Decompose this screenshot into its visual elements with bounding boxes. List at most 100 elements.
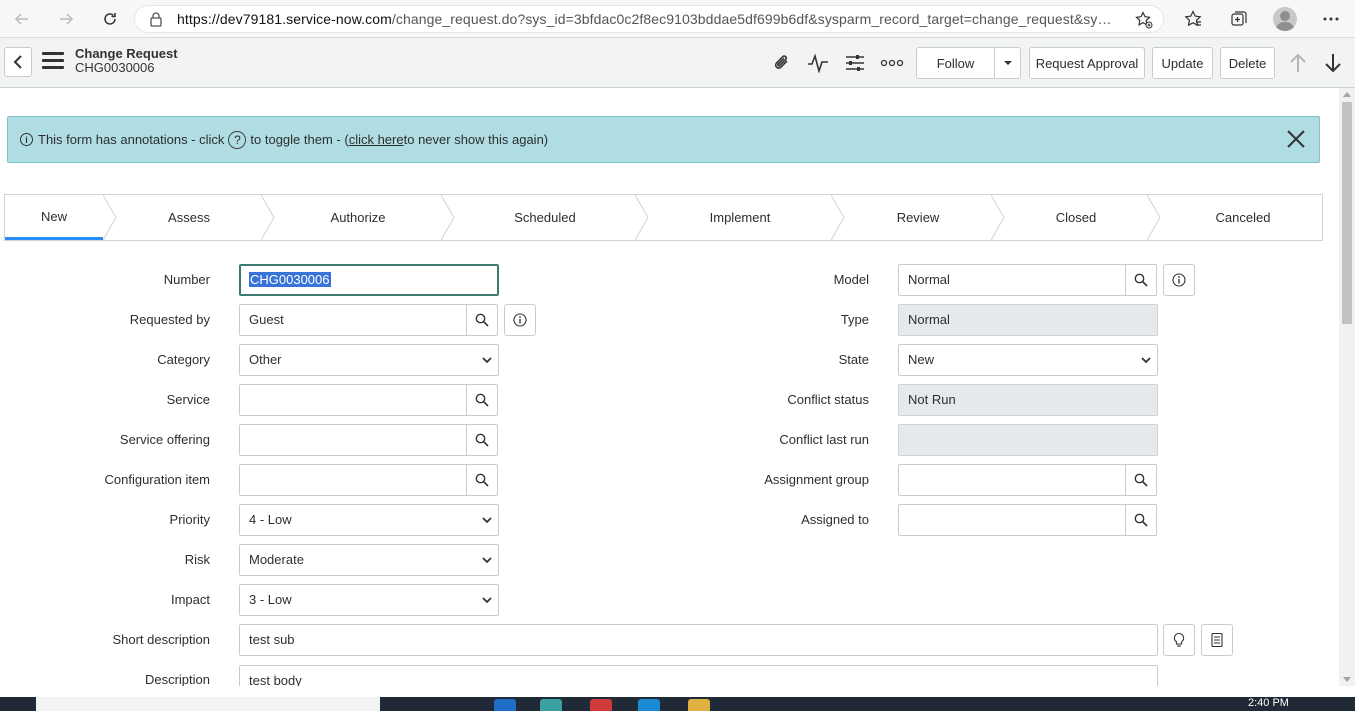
chevron-down-icon: [482, 357, 492, 364]
type-label: Type: [840, 312, 869, 327]
settings-sliders-icon[interactable]: [843, 51, 867, 75]
banner-text: This form has annotations - click: [38, 132, 225, 147]
add-favorite-icon[interactable]: [1135, 11, 1153, 29]
scrollbar-thumb[interactable]: [1342, 102, 1352, 324]
hamburger-menu-icon[interactable]: [42, 52, 64, 72]
search-icon: [475, 473, 489, 487]
service-field[interactable]: [239, 384, 467, 416]
assignment-group-label: Assignment group: [764, 472, 869, 487]
chevron-left-icon: [13, 55, 22, 69]
flow-chevron-divider: [261, 195, 275, 240]
taskbar-search-box[interactable]: [36, 697, 380, 711]
page-scrollbar[interactable]: [1339, 88, 1355, 686]
model-info-button[interactable]: [1163, 264, 1195, 296]
update-button[interactable]: Update: [1152, 47, 1213, 79]
chevron-down-icon: [1141, 357, 1151, 364]
refresh-icon: [104, 12, 116, 25]
never-show-link[interactable]: click here: [349, 132, 404, 147]
category-select[interactable]: Other: [239, 344, 499, 376]
configuration-item-label: Configuration item: [104, 472, 211, 487]
record-number: CHG0030006: [75, 60, 155, 75]
service-label: Service: [166, 392, 210, 407]
model-lookup-button[interactable]: [1125, 264, 1157, 296]
assignment-group-field[interactable]: [898, 464, 1126, 496]
requested-by-field[interactable]: Guest: [239, 304, 467, 336]
description-textarea[interactable]: test body: [239, 665, 1158, 686]
back-button[interactable]: [4, 47, 32, 77]
conflict-status-label: Conflict status: [787, 392, 869, 407]
address-bar[interactable]: https://dev79181.service-now.com/change_…: [134, 5, 1164, 33]
flow-step-authorize: Authorize: [330, 210, 386, 225]
taskbar-app-icon[interactable]: [590, 699, 612, 711]
taskbar-app-icon[interactable]: [540, 699, 562, 711]
request-approval-button[interactable]: Request Approval: [1029, 47, 1145, 79]
assignment-group-lookup-button[interactable]: [1125, 464, 1157, 496]
arrow-left-icon: [14, 12, 28, 25]
activity-pulse-icon[interactable]: [806, 51, 830, 75]
favorites-button[interactable]: [1170, 0, 1216, 38]
flow-chevron-divider: [991, 195, 1005, 240]
paperclip-icon[interactable]: [770, 51, 794, 75]
lightbulb-icon: [1173, 632, 1185, 647]
next-record-arrow-down-icon[interactable]: [1321, 51, 1345, 75]
info-icon: [513, 313, 527, 327]
toggle-annotations-question-icon[interactable]: ?: [228, 130, 247, 149]
browser-forward-button[interactable]: [44, 0, 88, 38]
collections-button[interactable]: [1216, 0, 1262, 38]
requested-by-lookup-button[interactable]: [466, 304, 498, 336]
follow-button[interactable]: Follow: [916, 47, 995, 79]
follow-dropdown-button[interactable]: [994, 47, 1021, 79]
state-select[interactable]: New: [898, 344, 1158, 376]
search-icon: [1134, 513, 1148, 527]
search-icon: [1134, 473, 1148, 487]
browser-menu-button[interactable]: [1308, 0, 1354, 38]
taskbar-app-icon[interactable]: [688, 699, 710, 711]
service-lookup-button[interactable]: [466, 384, 498, 416]
browser-toolbar: https://dev79181.service-now.com/change_…: [0, 0, 1355, 38]
previous-record-arrow-up-icon[interactable]: [1286, 51, 1310, 75]
type-field: Normal: [898, 304, 1158, 336]
favorites-star-icon: [1184, 10, 1202, 27]
model-field[interactable]: Normal: [898, 264, 1126, 296]
collections-icon: [1231, 11, 1247, 26]
close-icon[interactable]: [1285, 128, 1307, 150]
scroll-up-arrow-icon[interactable]: [1343, 92, 1351, 97]
taskbar-app-icon[interactable]: [494, 699, 516, 711]
more-options-icon[interactable]: [880, 51, 904, 75]
info-icon: i: [20, 133, 33, 146]
browser-back-button[interactable]: [0, 0, 44, 38]
requested-by-label: Requested by: [129, 312, 210, 327]
impact-select[interactable]: 3 - Low: [239, 584, 499, 616]
search-icon: [475, 433, 489, 447]
template-document-icon: [1211, 632, 1223, 648]
search-icon: [475, 393, 489, 407]
assigned-to-label: Assigned to: [801, 512, 869, 527]
template-button[interactable]: [1201, 624, 1233, 656]
short-description-label: Short description: [112, 632, 210, 647]
requested-by-info-button[interactable]: [504, 304, 536, 336]
suggestion-lightbulb-button[interactable]: [1163, 624, 1195, 656]
taskbar-app-icon[interactable]: [638, 699, 660, 711]
short-description-field[interactable]: test sub: [239, 624, 1158, 656]
flow-chevron-divider: [831, 195, 845, 240]
configuration-item-lookup-button[interactable]: [466, 464, 498, 496]
profile-button[interactable]: [1262, 0, 1308, 38]
annotation-banner: i This form has annotations - click ? to…: [7, 116, 1320, 163]
delete-button[interactable]: Delete: [1220, 47, 1275, 79]
impact-label: Impact: [170, 592, 210, 607]
service-offering-field[interactable]: [239, 424, 467, 456]
service-offering-lookup-button[interactable]: [466, 424, 498, 456]
configuration-item-field[interactable]: [239, 464, 467, 496]
risk-select[interactable]: Moderate: [239, 544, 499, 576]
browser-refresh-button[interactable]: [88, 0, 132, 38]
number-field[interactable]: CHG0030006: [239, 264, 499, 296]
scroll-down-arrow-icon[interactable]: [1343, 677, 1351, 682]
assigned-to-lookup-button[interactable]: [1125, 504, 1157, 536]
priority-select[interactable]: 4 - Low: [239, 504, 499, 536]
chevron-down-icon: [482, 597, 492, 604]
taskbar-clock: 2:40 PM: [1248, 697, 1289, 709]
flow-step-assess: Assess: [168, 210, 210, 225]
category-label: Category: [157, 352, 210, 367]
assigned-to-field[interactable]: [898, 504, 1126, 536]
avatar: [1273, 7, 1297, 31]
